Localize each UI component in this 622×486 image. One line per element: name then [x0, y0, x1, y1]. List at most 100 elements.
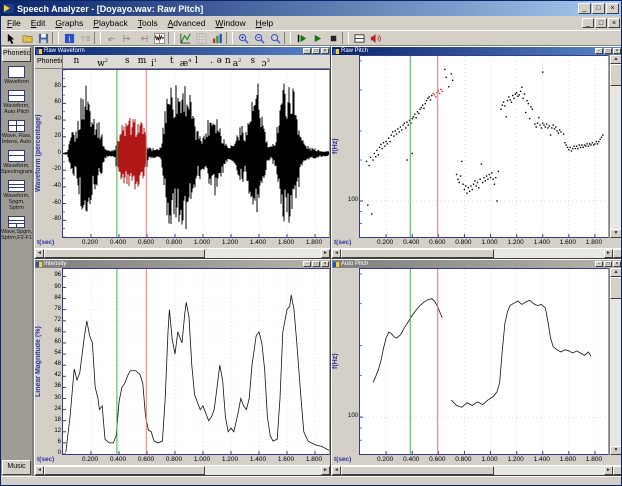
- graph-minimize-button[interactable]: -: [303, 261, 311, 267]
- phonetic-segment[interactable]: ə: [217, 55, 222, 68]
- horizontal-scrollbar[interactable]: ◄ ►: [332, 465, 621, 475]
- scroll-up-button[interactable]: ▲: [610, 55, 621, 64]
- scroll-left-button[interactable]: ◄: [35, 466, 44, 475]
- graph-titlebar[interactable]: Intensity - □ ×: [35, 260, 330, 268]
- menu-edit[interactable]: Edit: [26, 17, 51, 29]
- scroll-left-button[interactable]: ◄: [332, 249, 341, 258]
- graph-restore-button[interactable]: □: [604, 48, 612, 54]
- graph-close-button[interactable]: ×: [321, 48, 329, 54]
- child-minimize-button[interactable]: _: [582, 18, 594, 28]
- minimize-button[interactable]: _: [578, 3, 591, 14]
- transcription-editor-button[interactable]: T: [77, 32, 93, 45]
- file-information-button[interactable]: i: [61, 32, 77, 45]
- menu-graphs[interactable]: Graphs: [50, 17, 88, 29]
- scroll-left-button[interactable]: ◄: [35, 249, 44, 258]
- restore-button[interactable]: □: [592, 3, 605, 14]
- menu-help[interactable]: Help: [251, 17, 278, 29]
- play-button[interactable]: [309, 32, 325, 45]
- scroll-left-button[interactable]: ◄: [332, 466, 341, 475]
- tab-music[interactable]: Music: [2, 460, 31, 475]
- child-restore-button[interactable]: □: [595, 18, 607, 28]
- phonetic-segment[interactable]: s: [125, 55, 130, 68]
- vertical-scrollbar[interactable]: ▲ ▼: [609, 268, 621, 455]
- plot-area-raw-waveform[interactable]: [62, 69, 330, 238]
- graph-close-button[interactable]: ×: [613, 48, 621, 54]
- scroll-right-button[interactable]: ►: [604, 466, 613, 475]
- plot-area-intensity[interactable]: [62, 268, 330, 455]
- hscroll-thumb[interactable]: [341, 249, 494, 258]
- vscroll-thumb[interactable]: [610, 64, 621, 86]
- hscroll-thumb[interactable]: [44, 249, 205, 258]
- preset-waveform-auto-pitch[interactable]: Waveform, Auto Pitch: [1, 87, 32, 117]
- menu-file[interactable]: File: [2, 17, 26, 29]
- hscroll-track[interactable]: [341, 249, 604, 258]
- plot-area-auto-pitch[interactable]: [359, 268, 609, 455]
- scroll-right-button[interactable]: ►: [321, 249, 330, 258]
- graph-restore-button[interactable]: □: [604, 261, 612, 267]
- stop-button[interactable]: [325, 32, 341, 45]
- menu-tools[interactable]: Tools: [133, 17, 163, 29]
- save-file-button[interactable]: [35, 32, 51, 45]
- zoom-full-button[interactable]: [267, 32, 283, 45]
- hscroll-track[interactable]: [44, 466, 321, 475]
- menu-playback[interactable]: Playback: [88, 17, 133, 29]
- spectrum-graph-button[interactable]: [193, 32, 209, 45]
- graph-restore-button[interactable]: □: [312, 261, 320, 267]
- graph-minimize-button[interactable]: -: [595, 261, 603, 267]
- scroll-right-button[interactable]: ►: [321, 466, 330, 475]
- graph-restore-button[interactable]: □: [312, 48, 320, 54]
- phonetic-segment[interactable]: .: [210, 55, 213, 68]
- hscroll-track[interactable]: [341, 466, 604, 475]
- menu-advanced[interactable]: Advanced: [163, 17, 211, 29]
- preset-wave-spgm-sptrm-f2-f1[interactable]: Wave,Spgm, Sptrm,F2-F1: [1, 213, 32, 243]
- child-close-button[interactable]: ×: [608, 18, 620, 28]
- menu-window[interactable]: Window: [210, 17, 250, 29]
- scroll-right-button[interactable]: ►: [604, 249, 613, 258]
- close-button[interactable]: ×: [606, 3, 619, 14]
- graph-close-button[interactable]: ×: [613, 261, 621, 267]
- phonetic-track[interactable]: n w2 s m i1 t æ4 l. ə n a2 s ɔ3: [62, 55, 330, 69]
- scroll-up-button[interactable]: ▲: [610, 268, 621, 277]
- phonetic-segment[interactable]: l: [195, 55, 198, 68]
- phonetic-segment[interactable]: t: [170, 55, 174, 68]
- zoom-in-button[interactable]: [235, 32, 251, 45]
- window-layout-button[interactable]: [351, 32, 367, 45]
- segment-next-button[interactable]: [135, 32, 151, 45]
- phonetic-segment[interactable]: m: [138, 55, 147, 68]
- zoom-out-button[interactable]: [251, 32, 267, 45]
- phonetic-segment[interactable]: s: [251, 55, 256, 68]
- preset-waveform[interactable]: Waveform: [1, 63, 32, 87]
- scroll-down-button[interactable]: ▼: [610, 229, 621, 238]
- graph-titlebar[interactable]: Auto Pitch - □ ×: [332, 260, 621, 268]
- horizontal-scrollbar[interactable]: ◄ ►: [35, 248, 330, 258]
- spectrogram-graph-button[interactable]: [209, 32, 225, 45]
- graph-titlebar[interactable]: Raw Waveform - □ ×: [35, 47, 330, 55]
- record-button[interactable]: [367, 32, 383, 45]
- play-between-cursors-button[interactable]: [293, 32, 309, 45]
- select-tool-button[interactable]: [3, 32, 19, 45]
- undo-button[interactable]: [103, 32, 119, 45]
- phonetic-segment[interactable]: n: [73, 55, 79, 68]
- phonetic-segment[interactable]: n: [225, 55, 231, 68]
- graph-close-button[interactable]: ×: [321, 261, 329, 267]
- pitch-graph-button[interactable]: [177, 32, 193, 45]
- plot-area-raw-pitch[interactable]: [359, 55, 609, 238]
- horizontal-scrollbar[interactable]: ◄ ►: [35, 465, 330, 475]
- hscroll-thumb[interactable]: [44, 466, 205, 475]
- hscroll-track[interactable]: [44, 249, 321, 258]
- open-file-button[interactable]: [19, 32, 35, 45]
- preset-waveform-spgm-sptrm[interactable]: Waveform, Spgm, Sptrm: [1, 177, 32, 213]
- waveform-graph-button[interactable]: [151, 32, 167, 45]
- preset-waveform-spectrogram[interactable]: Waveform, Spectrogram: [1, 147, 33, 177]
- preset-wave-raw-intens-auto[interactable]: Wave, Raw, Intens, Auto: [1, 117, 32, 147]
- segment-previous-button[interactable]: [119, 32, 135, 45]
- title-bar[interactable]: Speech Analyzer - [Doyayo.wav: Raw Pitch…: [1, 1, 621, 16]
- vscroll-track[interactable]: [610, 64, 621, 229]
- vertical-scrollbar[interactable]: ▲ ▼: [609, 55, 621, 238]
- scroll-down-button[interactable]: ▼: [610, 446, 621, 455]
- vscroll-thumb[interactable]: [610, 277, 621, 299]
- horizontal-scrollbar[interactable]: ◄ ►: [332, 248, 621, 258]
- graph-titlebar[interactable]: Raw Pitch - □ ×: [332, 47, 621, 55]
- vscroll-track[interactable]: [610, 277, 621, 446]
- hscroll-thumb[interactable]: [341, 466, 494, 475]
